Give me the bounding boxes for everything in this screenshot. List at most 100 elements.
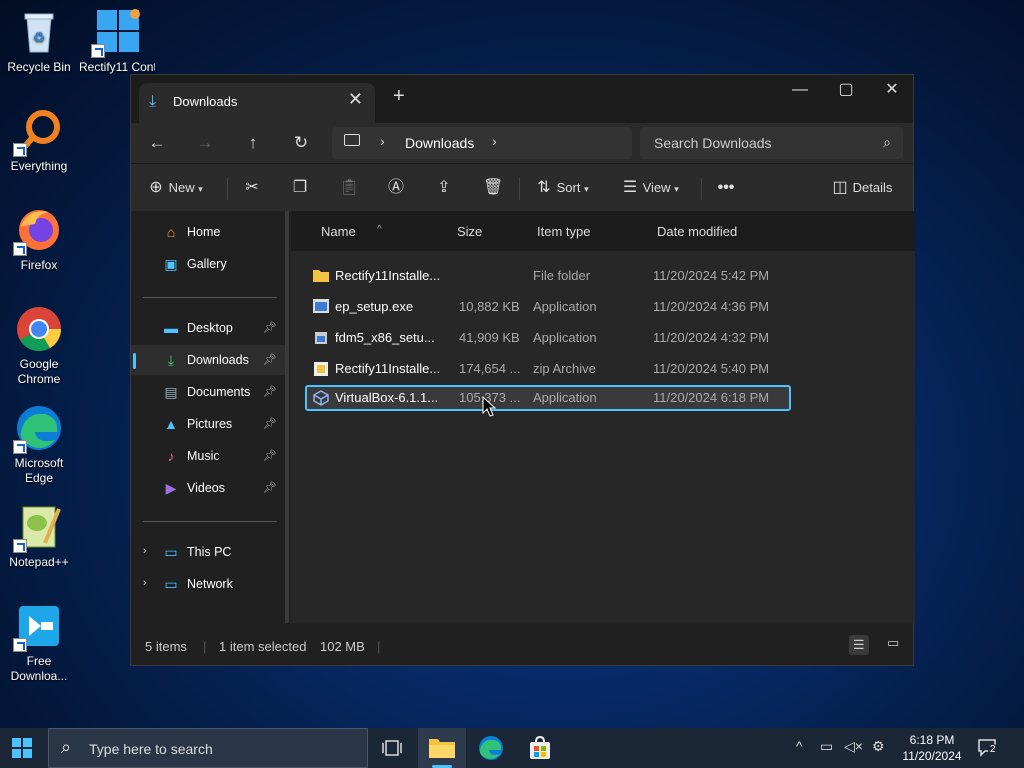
taskbar-edge[interactable]	[478, 735, 504, 766]
mouse-cursor-icon	[482, 396, 496, 417]
file-row-selected[interactable]: VirtualBox-6.1.1... 105,373 ... Applicat…	[305, 385, 791, 411]
tab-label: Downloads	[173, 94, 238, 109]
cut-button[interactable]: ✂	[243, 176, 261, 200]
navigation-bar: ← → ↑ ↻ › Downloads › Search Downloads ⌕	[131, 123, 913, 163]
desktop-icon-notepadpp[interactable]: Notepad++	[1, 503, 77, 570]
minimize-button[interactable]: —	[777, 75, 823, 107]
file-row[interactable]: ep_setup.exe 10,882 KB Application 11/20…	[305, 294, 791, 320]
tiles-view-icon[interactable]: ▭	[887, 635, 899, 651]
navigation-pane: ⌂ Home ▣ Gallery ▬ Desktop 📌︎ ⤓ Download…	[131, 211, 289, 623]
file-explorer-window: ⤓ Downloads ✕ + — ▢ ✕ ← → ↑ ↻ › Download…	[130, 74, 915, 666]
desktop-icon-everything[interactable]: Everything	[1, 107, 77, 174]
sidebar-item-music[interactable]: ♪ Music 📌︎	[131, 441, 285, 471]
file-row[interactable]: fdm5_x86_setu... 41,909 KB Application 1…	[305, 325, 791, 351]
new-tab-button[interactable]: +	[393, 85, 405, 108]
search-icon: ⌕	[883, 134, 891, 150]
item-count: 5 items	[145, 639, 187, 654]
taskbar-store[interactable]	[528, 735, 552, 765]
column-header-date[interactable]: Date modified	[657, 224, 737, 239]
pin-icon[interactable]: 📌︎	[263, 417, 277, 430]
details-label: Details	[852, 180, 893, 195]
shortcut-arrow-icon	[13, 143, 27, 157]
copy-button[interactable]: ❐	[291, 176, 309, 200]
sidebar-item-this-pc[interactable]: › ▭ This PC	[131, 537, 285, 567]
desktop-icon-firefox[interactable]: Firefox	[1, 206, 77, 273]
back-button[interactable]: ←	[143, 129, 171, 157]
up-button[interactable]: ↑	[239, 129, 267, 157]
details-button[interactable]: ◫ Details	[831, 176, 892, 200]
sidebar-item-videos[interactable]: ▶ Videos 📌︎	[131, 473, 285, 503]
file-row[interactable]: Rectify11Installe... File folder 11/20/2…	[305, 263, 791, 289]
column-header-name[interactable]: Name	[321, 224, 356, 239]
task-view-button[interactable]	[382, 739, 402, 757]
settings-gear-icon[interactable]: ⚙	[872, 738, 885, 755]
notification-button[interactable]: 2	[978, 738, 1000, 758]
sort-button[interactable]: ⇅ Sort ▾	[535, 176, 588, 200]
chevron-right-icon[interactable]: ›	[380, 133, 385, 149]
paste-button[interactable]: 📋︎	[339, 176, 359, 200]
chevron-right-icon[interactable]: ›	[143, 577, 147, 589]
file-list: Name ^ Size Item type Date modified Rect…	[291, 211, 915, 623]
volume-muted-icon[interactable]: ◁×	[844, 738, 863, 755]
task-view-icon	[382, 740, 402, 756]
file-type: Application	[533, 299, 597, 314]
address-bar[interactable]: › Downloads ›	[332, 127, 632, 159]
new-label: New	[168, 180, 195, 195]
chevron-right-icon[interactable]: ›	[143, 545, 147, 557]
rectify11-icon	[91, 8, 141, 58]
refresh-button[interactable]: ↻	[287, 129, 315, 157]
rename-button[interactable]: Ⓐ	[387, 176, 405, 200]
desktop-icon-chrome[interactable]: Google Chrome	[1, 305, 77, 387]
tab-close-icon[interactable]: ✕	[348, 89, 363, 110]
sidebar-item-pictures[interactable]: ▲ Pictures 📌︎	[131, 409, 285, 439]
details-view-icon[interactable]: ☰	[849, 635, 869, 655]
sidebar-item-documents[interactable]: ▤ Documents 📌︎	[131, 377, 285, 407]
file-row[interactable]: Rectify11Installe... 174,654 ... zip Arc…	[305, 356, 791, 382]
separator	[227, 178, 228, 200]
pin-icon[interactable]: 📌︎	[263, 449, 277, 462]
desktop-icon-fdm[interactable]: Free Downloa...	[1, 602, 77, 684]
sidebar-item-gallery[interactable]: ▣ Gallery	[131, 249, 285, 279]
sidebar-item-home[interactable]: ⌂ Home	[131, 217, 285, 247]
file-name: fdm5_x86_setu...	[335, 330, 435, 345]
sidebar-item-label: Gallery	[187, 257, 227, 271]
title-bar[interactable]: ⤓ Downloads ✕ + — ▢ ✕	[131, 75, 913, 123]
new-button[interactable]: ⊕ New ▾	[147, 176, 203, 200]
close-button[interactable]: ✕	[869, 75, 915, 107]
forward-button[interactable]: →	[191, 129, 219, 157]
desktop-icon-recycle-bin[interactable]: ♻ Recycle Bin	[1, 8, 77, 75]
search-box[interactable]: Search Downloads ⌕	[640, 127, 903, 159]
taskbar-search[interactable]: ⌕ Type here to search	[48, 728, 368, 768]
chevron-up-icon[interactable]: ^	[796, 738, 803, 754]
maximize-button[interactable]: ▢	[823, 75, 869, 107]
more-options-button[interactable]: •••	[717, 176, 735, 200]
virtualbox-icon	[313, 390, 329, 406]
pin-icon[interactable]: 📌︎	[263, 481, 277, 494]
network-icon[interactable]: ▭	[820, 738, 833, 755]
desktop-icon-edge[interactable]: Microsoft Edge	[1, 404, 77, 486]
column-header-type[interactable]: Item type	[537, 224, 590, 239]
trash-icon: 🗑︎	[483, 179, 504, 196]
sidebar-item-network[interactable]: › ▭ Network	[131, 569, 285, 599]
pin-icon[interactable]: 📌︎	[263, 353, 277, 366]
column-headers: Name ^ Size Item type Date modified	[291, 211, 915, 251]
taskbar-file-explorer[interactable]	[418, 728, 466, 768]
clock[interactable]: 6:18 PM 11/20/2024	[890, 732, 974, 764]
shortcut-arrow-icon	[13, 638, 27, 652]
sidebar-divider	[143, 521, 277, 522]
column-header-size[interactable]: Size	[457, 224, 482, 239]
start-button[interactable]	[12, 738, 32, 758]
breadcrumb-downloads[interactable]: Downloads	[405, 135, 474, 151]
delete-button[interactable]: 🗑︎	[483, 176, 504, 200]
pin-icon[interactable]: 📌︎	[263, 321, 277, 334]
desktop-icon-rectify11[interactable]: Rectify11 Contro	[79, 8, 155, 75]
view-button[interactable]: ☰ View ▾	[621, 176, 679, 200]
pin-icon[interactable]: 📌︎	[263, 385, 277, 398]
tab-downloads[interactable]: ⤓ Downloads ✕	[139, 83, 375, 123]
network-icon: ▭	[164, 576, 178, 592]
sidebar-item-downloads[interactable]: ⤓ Downloads 📌︎	[131, 345, 285, 375]
sidebar-item-desktop[interactable]: ▬ Desktop 📌︎	[131, 313, 285, 343]
chevron-right-icon[interactable]: ›	[492, 133, 497, 149]
file-type: zip Archive	[533, 361, 596, 376]
share-button[interactable]: ⇪	[435, 176, 453, 200]
